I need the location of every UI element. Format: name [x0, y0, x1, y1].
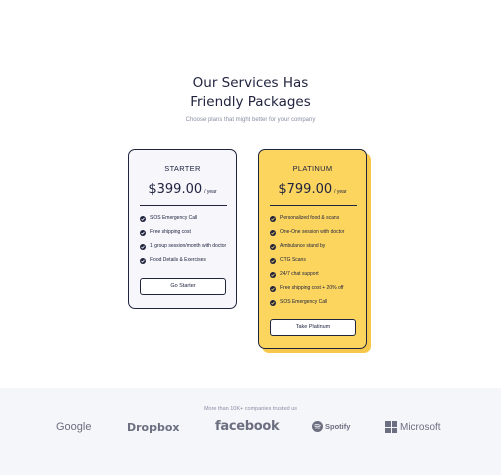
check-icon [140, 215, 146, 222]
check-icon [270, 215, 276, 222]
google-logo-text: Google [56, 421, 92, 433]
feature-label: Ambulance stand by [280, 243, 326, 249]
feature-item: Personalized food & scans [270, 215, 362, 230]
divider [270, 205, 357, 206]
feature-label: SOS Emergency Call [280, 299, 328, 305]
feature-list: SOS Emergency Call Free shipping cost 1 … [140, 215, 232, 268]
trusted-band: More than 10K+ companies trusted us Goog… [0, 388, 501, 475]
facebook-logo: facebook [215, 419, 280, 434]
trusted-caption: More than 10K+ companies trusted us [203, 406, 298, 412]
microsoft-logo-text: Microsoft [400, 421, 441, 433]
feature-label: Free shipping cost + 20% off [280, 285, 344, 291]
feature-label: 24/7 chat support [280, 271, 319, 277]
plan-price: $399.00 [148, 182, 203, 197]
check-icon [140, 229, 146, 236]
section-title-line-1: Our Services Has [192, 75, 309, 91]
divider [140, 205, 227, 206]
feature-label: One-One session with doctor [280, 229, 345, 235]
check-icon [270, 229, 276, 236]
dropbox-logo-text: Dropbox [127, 421, 180, 434]
check-icon [270, 299, 276, 306]
spotify-logo-text: Spotify [325, 422, 351, 431]
feature-label: Food Details & Exercises [150, 257, 206, 263]
feature-item: 24/7 chat support [270, 271, 362, 286]
plan-card-starter: STARTER $399.00/ year SOS Emergency Call… [128, 149, 237, 309]
spotify-icon [312, 421, 323, 432]
feature-label: SOS Emergency Call [150, 215, 198, 221]
feature-item: Free shipping cost [140, 229, 232, 244]
plan-price-row: $399.00/ year [129, 180, 236, 198]
feature-item: SOS Emergency Call [270, 299, 362, 310]
plan-period: / year [204, 189, 217, 195]
google-logo: Google [56, 421, 91, 433]
check-icon [270, 257, 276, 264]
feature-label: 1 group session/month with doctor [150, 243, 227, 249]
feature-item: SOS Emergency Call [140, 215, 232, 230]
section-title: Our Services Has Friendly Packages [0, 74, 501, 112]
plan-name: PLATINUM [292, 164, 333, 173]
feature-item: Food Details & Exercises [140, 257, 232, 268]
check-icon [270, 285, 276, 292]
check-icon [270, 271, 276, 278]
microsoft-grid-icon [385, 421, 397, 433]
feature-label: CTG Scans [280, 257, 306, 263]
dropbox-logo: Dropbox [127, 421, 180, 434]
check-icon [140, 257, 146, 264]
go-starter-button[interactable]: Go Starter [140, 278, 226, 295]
section-title-line-2: Friendly Packages [190, 94, 311, 110]
plan-price: $799.00 [278, 182, 333, 197]
feature-item: Free shipping cost + 20% off [270, 285, 362, 300]
feature-item: Ambulance stand by [270, 243, 362, 258]
plan-price-row: $799.00/ year [259, 180, 366, 198]
facebook-logo-text: facebook [215, 419, 280, 434]
check-icon [270, 243, 276, 250]
feature-list: Personalized food & scans One-One sessio… [270, 215, 362, 310]
spotify-logo: Spotify [312, 421, 350, 432]
feature-label: Free shipping cost [150, 229, 191, 235]
feature-label: Personalized food & scans [280, 215, 340, 221]
take-platinum-button[interactable]: Take Platinum [270, 319, 356, 336]
feature-item: 1 group session/month with doctor [140, 243, 232, 258]
section-subtitle: Choose plans that might better for your … [185, 117, 316, 123]
plan-name: STARTER [164, 164, 201, 173]
check-icon [140, 243, 146, 250]
feature-item: CTG Scans [270, 257, 362, 272]
feature-item: One-One session with doctor [270, 229, 362, 244]
pricing-section: Our Services Has Friendly Packages Choos… [0, 0, 501, 388]
plan-period: / year [334, 189, 347, 195]
microsoft-logo: Microsoft [385, 421, 441, 433]
plan-card-platinum: PLATINUM $799.00/ year Personalized food… [258, 149, 367, 349]
